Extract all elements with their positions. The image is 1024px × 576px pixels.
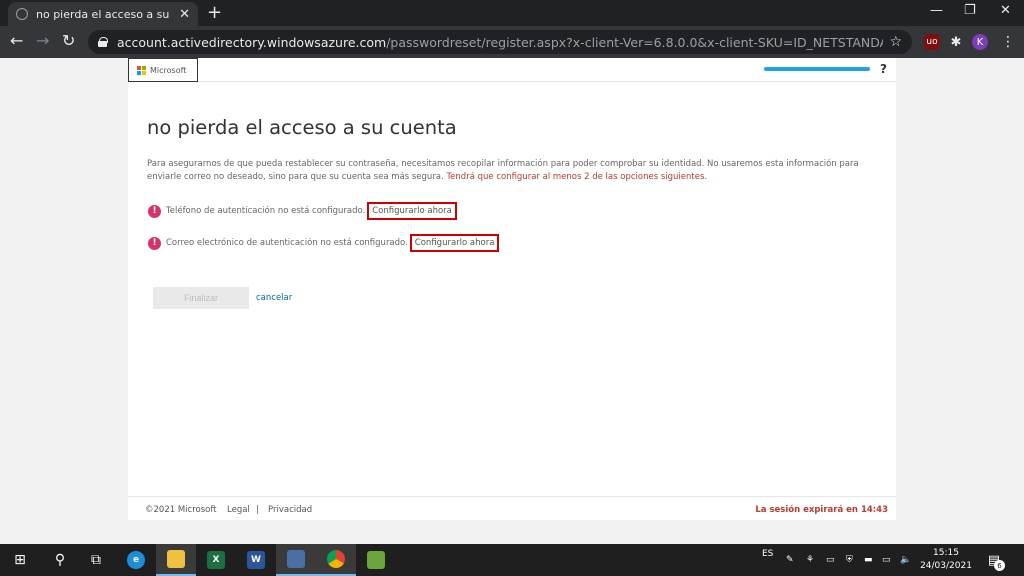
ms-header: Microsoft ? [128,58,896,82]
footer-separator: | [256,505,259,515]
clock[interactable]: 15:15 24/03/2021 [916,547,976,573]
pen-icon[interactable]: ✎ [786,544,794,576]
finish-button[interactable]: Finalizar [153,287,249,309]
auth-email-status: Correo electrónico de autenticación no e… [166,238,408,248]
chat-icon[interactable]: ▭ [826,544,835,576]
bookmark-star-icon[interactable]: ☆ [889,34,902,50]
ublock-extension-icon[interactable]: uo [924,34,940,50]
new-tab-button[interactable]: + [207,3,222,23]
browser-menu-icon[interactable]: ⋮ [1000,34,1016,50]
volume-icon[interactable]: 🔈 [900,544,911,576]
url-text: account.activedirectory.windowsazure.com… [117,34,883,50]
reload-icon[interactable]: ↻ [62,32,75,50]
logo-text: Microsoft [150,65,187,75]
file-explorer-icon[interactable] [156,544,196,576]
chrome-icon[interactable] [316,544,356,576]
edge-icon[interactable]: e [116,544,156,576]
configure-email-link[interactable]: Configurarlo ahora [409,234,500,252]
privacy-link[interactable]: Privacidad [268,505,312,515]
notification-center-icon[interactable]: ▤ 6 [984,550,1005,571]
alert-icon: ! [148,204,161,218]
excel-icon[interactable]: X [196,544,236,576]
forward-arrow-icon[interactable]: → [36,32,49,50]
search-icon[interactable]: ⚲ [40,544,80,576]
help-icon[interactable]: ? [880,62,887,76]
microsoft-squares-icon [137,65,146,75]
close-tab-icon[interactable]: ✕ [179,7,190,22]
app-icon[interactable] [356,544,396,576]
microsoft-logo: Microsoft [128,58,198,82]
close-window-icon[interactable]: ✕ [1000,3,1011,18]
auth-email-row: ! Correo electrónico de autenticación no… [148,234,500,252]
language-indicator[interactable]: ES [762,538,773,570]
remote-desktop-icon[interactable] [276,544,316,576]
redacted-account-name [764,67,870,71]
windows-taskbar: ⊞ ⚲ ⧉ e X W ES ✎ ⚘ ▭ ⛨ ▬ ▭ 🔈 15:15 24/03… [0,544,1024,576]
browser-toolbar: ← → ↻ account.activedirectory.windowsazu… [0,26,1024,58]
page-title: no pierda el acceso a su cuenta [147,116,457,139]
task-view-icon[interactable]: ⧉ [76,544,116,576]
restore-icon[interactable]: ❐ [964,3,976,18]
clock-date: 24/03/2021 [920,561,972,571]
globe-icon [16,8,28,20]
windows-start-icon[interactable]: ⊞ [0,544,40,576]
security-shield-icon[interactable]: ⛨ [846,544,853,576]
tab-title: no pierda el acceso a su cuenta [36,7,173,21]
tray-app-icon[interactable]: ⚘ [806,544,814,576]
configure-phone-link[interactable]: Configurarlo ahora [367,202,457,220]
clock-time: 15:15 [933,548,959,558]
cancel-link[interactable]: cancelar [256,293,292,303]
profile-avatar[interactable]: K [972,34,988,50]
address-bar[interactable]: account.activedirectory.windowsazure.com… [88,30,912,54]
word-icon[interactable]: W [236,544,276,576]
session-timer: La sesión expirará en 14:43 [755,505,888,515]
auth-phone-row: ! Teléfono de autenticación no está conf… [148,202,457,220]
browser-tab-bar: no pierda el acceso a su cuenta ✕ + — ❐ … [0,0,1024,26]
copyright-text: ©2021 Microsoft [145,505,217,515]
auth-phone-status: Teléfono de autenticación no está config… [166,206,366,216]
page-card: Microsoft ? no pierda el acceso a su cue… [128,58,896,520]
notification-count: 6 [994,560,1005,571]
legal-link[interactable]: Legal [227,505,250,515]
extensions-puzzle-icon[interactable]: ✱ [948,34,964,50]
network-icon[interactable]: ▭ [882,544,891,576]
back-arrow-icon[interactable]: ← [10,32,23,50]
battery-icon[interactable]: ▬ [864,544,873,576]
browser-tab[interactable]: no pierda el acceso a su cuenta ✕ [8,2,198,26]
minimize-icon[interactable]: — [930,3,943,18]
page-footer: ©2021 Microsoft Legal | Privacidad La se… [128,496,896,520]
lock-icon [98,37,108,47]
intro-requirement: Tendrá que configurar al menos 2 de las … [446,172,708,182]
alert-icon: ! [148,236,161,250]
intro-text: Para asegurarnos de que pueda restablece… [147,159,859,182]
